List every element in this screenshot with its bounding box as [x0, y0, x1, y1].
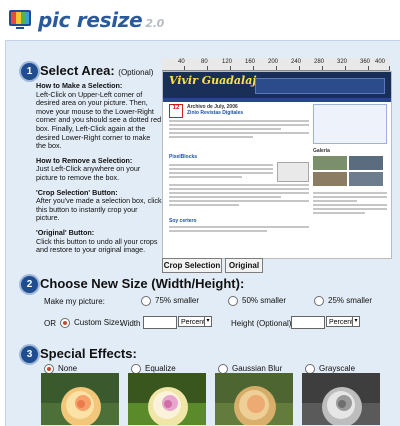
- select-area-instructions: How to Make a Selection: Left-Click on U…: [36, 81, 162, 255]
- pic-resize-logo-icon: [9, 10, 31, 29]
- pic-resize-page: pic resize 2.0 1 Select Area: (Optional) …: [0, 0, 400, 426]
- ruler-tick: 200: [268, 59, 279, 65]
- ruler-tick: 40: [178, 59, 185, 65]
- picture-preview[interactable]: Vivir Guadalajara 12 Archivo de July, 20…: [162, 71, 392, 259]
- effect-none-label: None: [58, 364, 78, 374]
- preview-banner: [255, 78, 385, 94]
- effect-gaussian-blur-label: Gaussian Blur: [232, 364, 283, 374]
- option-75-smaller[interactable]: 75% smaller: [141, 296, 199, 306]
- remove-text: Just Left-Click anywhere on your picture…: [36, 164, 141, 182]
- crop-text: After you've made a selection box, click…: [36, 196, 162, 223]
- radio-25-smaller[interactable]: [314, 296, 324, 306]
- preview-post2-title: PixelBlocks: [169, 154, 198, 160]
- app-title: pic resize 2.0: [38, 8, 164, 32]
- height-unit-value: Percent: [329, 319, 354, 326]
- ruler-tick: 400: [375, 59, 386, 65]
- radio-50-smaller[interactable]: [228, 296, 238, 306]
- preview-site-header: Vivir Guadalajara: [163, 72, 391, 98]
- preview-post1-title: Zinio Revistas Digitales: [187, 110, 244, 116]
- ruler-tick: 160: [245, 59, 256, 65]
- original-text: Click this button to undo all your crops…: [36, 236, 158, 255]
- custom-size-label: Custom Size:: [74, 318, 122, 328]
- width-unit-value: Percent: [181, 319, 206, 326]
- or-label: OR: [44, 319, 56, 328]
- crop-selection-button[interactable]: Crop Selection: [162, 258, 222, 273]
- width-label: Width: [120, 319, 141, 328]
- preview-side-links: [313, 104, 387, 144]
- preview-post3-title: Soy certero: [169, 218, 197, 224]
- app-name: pic resize: [38, 8, 143, 32]
- option-75-label: 75% smaller: [155, 296, 200, 306]
- step-2-number: 2: [21, 276, 38, 293]
- ruler-tick: 320: [337, 59, 348, 65]
- ruler-tick: 80: [201, 59, 208, 65]
- width-unit-select[interactable]: Percent ▾: [178, 316, 212, 327]
- chevron-down-icon: ▾: [352, 317, 359, 326]
- app-header: pic resize 2.0: [0, 0, 400, 40]
- preview-sidebar: Galería: [313, 104, 387, 254]
- ruler-tick: 280: [314, 59, 325, 65]
- ruler-tick: 240: [291, 59, 302, 65]
- height-label: Height (Optional): [231, 319, 292, 328]
- step-3-number: 3: [21, 346, 38, 363]
- option-25-label: 25% smaller: [328, 296, 373, 306]
- effect-equalize-label: Equalize: [145, 364, 176, 374]
- app-version: 2.0: [145, 17, 164, 30]
- step-1-title: Select Area: (Optional): [40, 63, 153, 78]
- step-3-title: Special Effects:: [40, 346, 137, 361]
- width-input[interactable]: [143, 316, 177, 329]
- ruler-tick: 120: [222, 59, 233, 65]
- option-50-smaller[interactable]: 50% smaller: [228, 296, 286, 306]
- selection-text: Left-Click on Upper-Left corner of desir…: [36, 89, 162, 151]
- radio-75-smaller[interactable]: [141, 296, 151, 306]
- preview-main-column: 12 Archivo de July, 2006 Zinio Revistas …: [169, 104, 309, 254]
- effect-none-thumbnail[interactable]: [41, 373, 119, 425]
- preview-side-title: Galería: [313, 148, 330, 154]
- make-picture-label: Make my picture:: [44, 297, 105, 306]
- preview-gallery: [313, 156, 387, 186]
- effect-equalize-thumbnail[interactable]: [128, 373, 206, 425]
- original-button[interactable]: Original: [225, 258, 263, 273]
- effect-grayscale-label: Grayscale: [319, 364, 356, 374]
- chevron-down-icon: ▾: [204, 317, 211, 326]
- step-1-title-note: (Optional): [118, 68, 154, 77]
- step-1-number: 1: [21, 63, 38, 80]
- effect-grayscale-thumbnail[interactable]: [302, 373, 380, 425]
- radio-custom-size[interactable]: [60, 318, 70, 328]
- step-1-title-text: Select Area:: [40, 63, 115, 78]
- option-25-smaller[interactable]: 25% smaller: [314, 296, 372, 306]
- height-unit-select[interactable]: Percent ▾: [326, 316, 360, 327]
- ruler-tick: 360: [360, 59, 371, 65]
- preview-date-badge: 12: [169, 104, 183, 118]
- preview-post-image: [277, 162, 309, 182]
- height-input[interactable]: [291, 316, 325, 329]
- option-50-label: 50% smaller: [242, 296, 287, 306]
- effect-gaussian-blur-thumbnail[interactable]: [215, 373, 293, 425]
- step-2-title: Choose New Size (Width/Height):: [40, 276, 245, 291]
- custom-size-option[interactable]: Custom Size:: [60, 318, 122, 328]
- preview-nav: [163, 98, 391, 102]
- pixel-ruler: 40 80 120 160 200 240 280 320 360 400: [162, 58, 390, 71]
